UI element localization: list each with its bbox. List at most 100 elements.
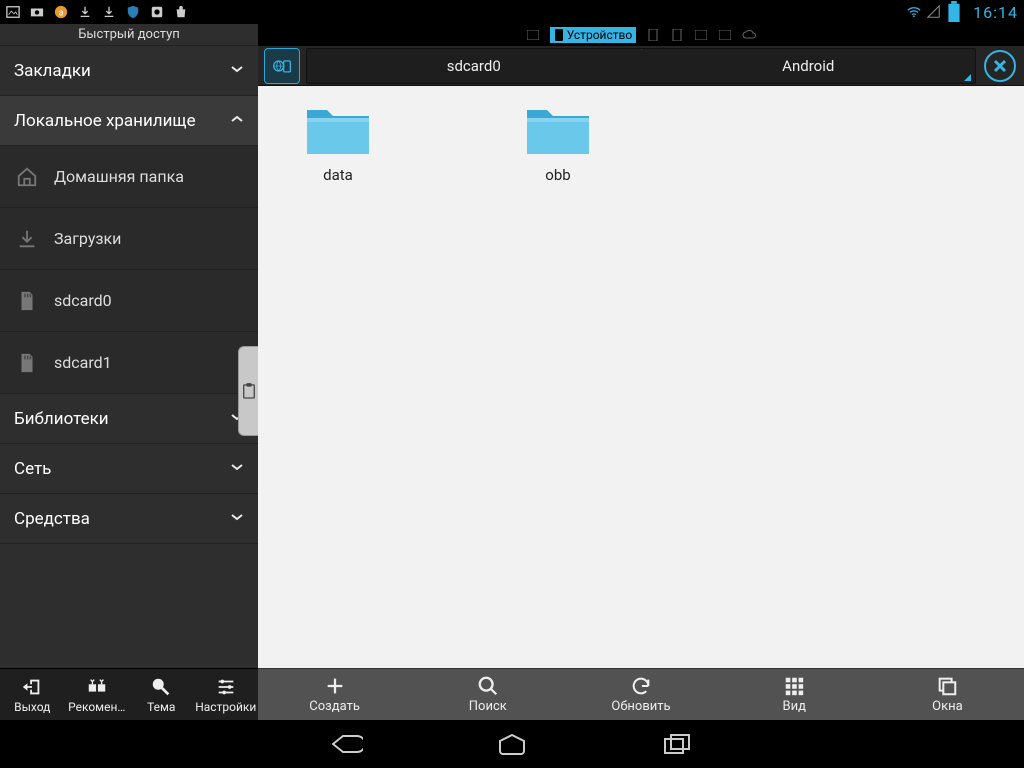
folder-item[interactable]: data — [288, 102, 388, 184]
download-icon — [78, 5, 92, 19]
windows-icon — [936, 675, 958, 697]
breadcrumb-parent[interactable]: sdcard0 — [307, 49, 642, 83]
nav-back-button[interactable] — [328, 730, 364, 758]
sidebar-bottom-toolbar: Выход Рекомен… Тема Настройки — [0, 668, 258, 720]
sidebar-item-sdcard1[interactable]: sdcard1 — [0, 332, 258, 394]
theme-button[interactable]: Тема — [129, 669, 194, 720]
image-icon — [6, 5, 20, 19]
sidebar: Быстрый доступ Закладки Локальное хранил… — [0, 24, 258, 720]
back-icon — [329, 732, 363, 756]
chevron-down-icon — [230, 459, 244, 479]
location-bar: sdcard0 Android — [258, 46, 1024, 86]
windows-button[interactable]: Окна — [871, 669, 1024, 720]
button-label: Поиск — [469, 699, 507, 714]
breadcrumb-label: sdcard0 — [447, 57, 501, 75]
exit-button[interactable]: Выход — [0, 669, 65, 720]
button-label: Создать — [309, 699, 360, 714]
status-right-icons: 16:14 — [907, 3, 1018, 22]
breadcrumb-label: Android — [782, 57, 834, 75]
sidebar-title: Быстрый доступ — [0, 24, 258, 46]
bag-icon — [174, 5, 188, 19]
tab-slot-icon[interactable] — [646, 30, 660, 40]
status-left-icons: a — [6, 5, 188, 19]
file-grid[interactable]: data obb — [258, 86, 1024, 668]
section-label: Библиотеки — [14, 409, 109, 429]
button-label: Рекомен… — [68, 700, 125, 714]
bottom-action-bar: Создать Поиск Обновить Вид Окна — [258, 668, 1024, 720]
chevron-up-icon — [230, 111, 244, 131]
sdcard-icon — [16, 352, 38, 374]
sidebar-section-local-storage[interactable]: Локальное хранилище — [0, 96, 258, 146]
recommend-button[interactable]: Рекомен… — [65, 669, 130, 720]
folder-icon — [303, 102, 373, 158]
wifi-icon — [907, 5, 921, 19]
breadcrumb: sdcard0 Android — [306, 48, 976, 84]
sidebar-item-label: sdcard1 — [54, 353, 112, 372]
button-label: Вид — [782, 699, 805, 714]
home-icon — [496, 733, 528, 755]
main-panel: Устройство sdcard0 Android — [258, 24, 1024, 720]
tab-slot-icon[interactable] — [694, 30, 708, 40]
battery-icon — [947, 5, 961, 19]
folder-icon — [523, 102, 593, 158]
close-icon — [993, 59, 1007, 73]
sidebar-item-label: Загрузки — [54, 229, 121, 248]
create-button[interactable]: Создать — [258, 669, 411, 720]
tab-slot-icon[interactable] — [526, 30, 540, 40]
refresh-button[interactable]: Обновить — [564, 669, 717, 720]
sidebar-item-home[interactable]: Домашняя папка — [0, 146, 258, 208]
signal-icon — [927, 5, 941, 19]
breadcrumb-current[interactable]: Android — [642, 49, 976, 83]
section-label: Локальное хранилище — [14, 111, 196, 131]
button-label: Настройки — [195, 700, 256, 714]
device-root-button[interactable] — [264, 48, 300, 84]
tab-cloud-icon[interactable] — [742, 30, 756, 40]
home-icon — [16, 166, 38, 188]
clipboard-handle[interactable] — [238, 346, 258, 436]
sidebar-section-bookmarks[interactable]: Закладки — [0, 46, 258, 96]
sdcard-icon — [16, 290, 38, 312]
android-statusbar: a 16:14 — [0, 0, 1024, 24]
shield-icon — [126, 5, 140, 19]
recent-icon — [663, 733, 693, 755]
section-label: Средства — [14, 509, 90, 529]
clock: 16:14 — [973, 3, 1018, 22]
nav-recent-button[interactable] — [660, 730, 696, 758]
button-label: Выход — [14, 700, 50, 714]
sidebar-section-libraries[interactable]: Библиотеки — [0, 394, 258, 444]
globe-device-icon — [272, 56, 292, 76]
chevron-down-icon — [230, 509, 244, 529]
tab-slot-icon[interactable] — [718, 30, 732, 40]
download-icon — [16, 228, 38, 250]
button-label: Окна — [932, 699, 963, 714]
sidebar-section-network[interactable]: Сеть — [0, 444, 258, 494]
tab-slot-icon[interactable] — [670, 30, 684, 40]
tab-active-device[interactable]: Устройство — [550, 27, 636, 43]
nav-home-button[interactable] — [494, 730, 530, 758]
search-button[interactable]: Поиск — [411, 669, 564, 720]
sidebar-item-sdcard0[interactable]: sdcard0 — [0, 270, 258, 332]
section-label: Сеть — [14, 459, 51, 479]
download-icon — [102, 5, 116, 19]
folder-label: obb — [545, 166, 570, 184]
sidebar-item-downloads[interactable]: Загрузки — [0, 208, 258, 270]
search-icon — [477, 675, 499, 697]
device-icon — [554, 29, 564, 41]
app-a-icon: a — [54, 5, 68, 19]
settings-button[interactable]: Настройки — [194, 669, 259, 720]
sidebar-item-label: Домашняя папка — [54, 167, 184, 186]
section-label: Закладки — [14, 61, 91, 81]
clipboard-icon — [242, 383, 256, 399]
button-label: Обновить — [611, 699, 670, 714]
tabs-row: Устройство — [258, 24, 1024, 46]
button-label: Тема — [147, 700, 175, 714]
view-button[interactable]: Вид — [718, 669, 871, 720]
android-navbar — [0, 720, 1024, 768]
plus-icon — [324, 675, 346, 697]
close-tab-button[interactable] — [984, 50, 1016, 82]
svg-text:a: a — [59, 9, 64, 19]
folder-item[interactable]: obb — [508, 102, 608, 184]
sidebar-section-tools[interactable]: Средства — [0, 494, 258, 544]
refresh-icon — [630, 675, 652, 697]
grid-icon — [783, 675, 805, 697]
